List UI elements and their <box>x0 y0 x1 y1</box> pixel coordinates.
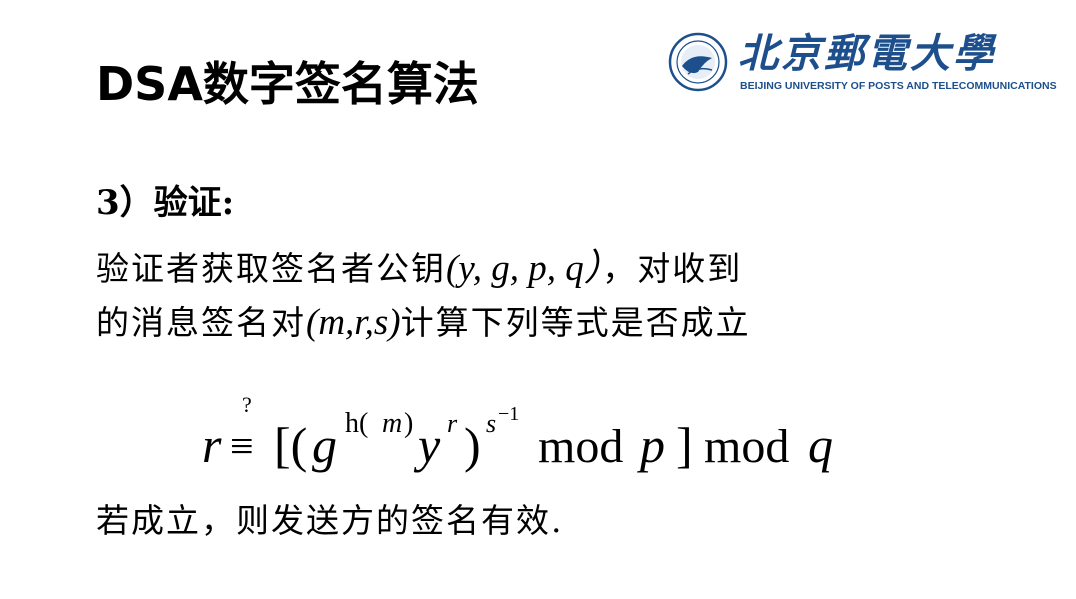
formula-hash-close: ) <box>404 408 413 439</box>
paragraph-line-2: 的消息签名对(m,r,s)计算下列等式是否成立 <box>96 298 751 348</box>
logo-english-name: BEIJING UNIVERSITY OF POSTS AND TELECOMM… <box>740 80 1057 92</box>
paragraph-text: 的消息签名对 <box>96 303 306 342</box>
formula-mod-2: mod <box>704 420 789 473</box>
formula-s-inverse: −1 <box>498 403 519 425</box>
formula-close-bracket: ] <box>676 417 693 473</box>
formula-mod-1: mod <box>538 420 623 473</box>
formula-y: y <box>413 417 441 473</box>
slide-title: DSA数字签名算法 <box>96 57 479 111</box>
paragraph-text: 计算下列等式是否成立 <box>400 303 751 342</box>
formula-s: s <box>486 409 496 438</box>
paragraph-text: 验证者获取签名者公钥 <box>96 249 446 288</box>
verification-formula: ? r ≡ [( g h( m ) y r ) s −1 mod p ] mod… <box>200 380 860 490</box>
university-logo: 北京郵電大學 BEIJING UNIVERSITY OF POSTS AND T… <box>662 28 1057 100</box>
signature-tuple: (m,r,s) <box>306 302 401 343</box>
logo-chinese-name: 北京郵電大學 <box>738 30 996 77</box>
public-key-tuple: (y, g, p, q） <box>446 248 603 289</box>
formula-g: g <box>312 417 337 473</box>
conclusion-text: 若成立，则发送方的签名有效. <box>96 501 564 540</box>
formula-r: r <box>202 417 222 473</box>
section-heading: 3）验证: <box>96 183 235 223</box>
formula-y-exponent: r <box>447 409 458 438</box>
university-seal-icon <box>668 32 728 92</box>
formula-p: p <box>637 417 665 473</box>
formula-q: q <box>808 417 833 473</box>
formula-question-mark: ? <box>242 392 252 417</box>
formula-close-paren: ) <box>464 417 481 473</box>
paragraph-text: ，对收到 <box>602 249 743 288</box>
paragraph-line-1: 验证者获取签名者公钥(y, g, p, q），对收到 <box>96 244 742 294</box>
formula-hash-arg: m <box>382 408 402 439</box>
formula-open-bracket: [( <box>274 417 307 473</box>
formula-hash-func: h( <box>345 408 368 439</box>
formula-equiv: ≡ <box>230 424 254 470</box>
